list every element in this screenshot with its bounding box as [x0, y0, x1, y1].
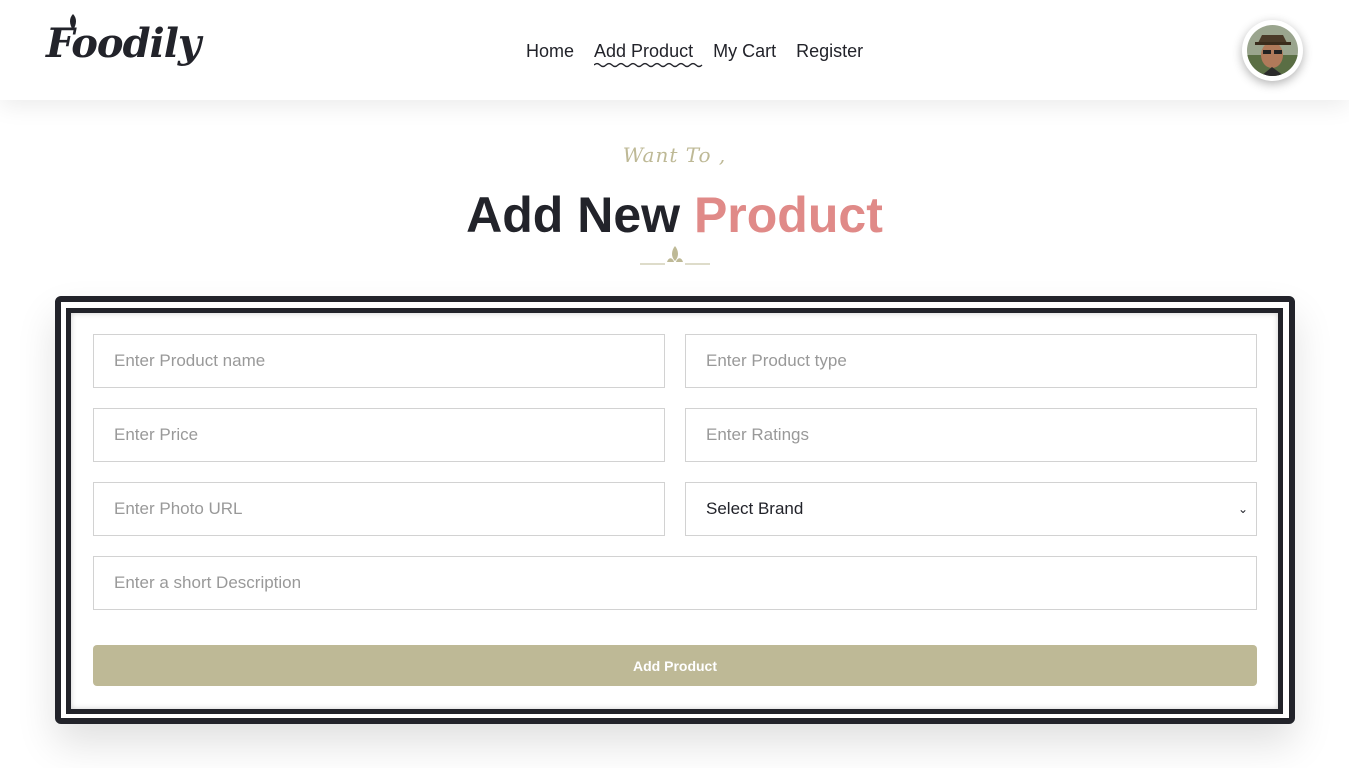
- chevron-down-icon: ⌄: [1237, 502, 1248, 516]
- photo-url-input[interactable]: [93, 482, 665, 536]
- nav-register[interactable]: Register: [796, 40, 863, 62]
- leaf-icon: [70, 14, 76, 30]
- user-photo-icon: [1247, 25, 1298, 76]
- hero-eyebrow: Want To ,: [622, 143, 727, 167]
- product-type-input[interactable]: [685, 334, 1257, 388]
- nav-home[interactable]: Home: [526, 40, 574, 62]
- price-input[interactable]: [93, 408, 665, 462]
- navbar: Foodily Home Add Product My Cart Registe…: [0, 0, 1349, 100]
- description-input[interactable]: [93, 556, 1257, 610]
- nav-my-cart[interactable]: My Cart: [713, 40, 776, 62]
- avatar[interactable]: [1242, 20, 1303, 81]
- main-nav: Home Add Product My Cart Register: [526, 40, 863, 68]
- page-title-main: Add New: [466, 187, 681, 243]
- squiggle-underline-icon: [594, 62, 703, 68]
- page-title-accent: Product: [693, 187, 883, 243]
- ratings-input[interactable]: [685, 408, 1257, 462]
- nav-add-product[interactable]: Add Product: [594, 40, 703, 68]
- brand-select[interactable]: Select Brand ⌄: [685, 482, 1257, 536]
- product-name-input[interactable]: [93, 334, 665, 388]
- brand-select-value: Select Brand: [706, 499, 804, 518]
- add-product-button[interactable]: Add Product: [93, 645, 1257, 686]
- logo[interactable]: Foodily: [46, 14, 201, 67]
- page-title: Add New Product: [0, 186, 1349, 244]
- ornament-divider-icon: [640, 246, 710, 265]
- nav-add-product-label: Add Product: [594, 41, 694, 61]
